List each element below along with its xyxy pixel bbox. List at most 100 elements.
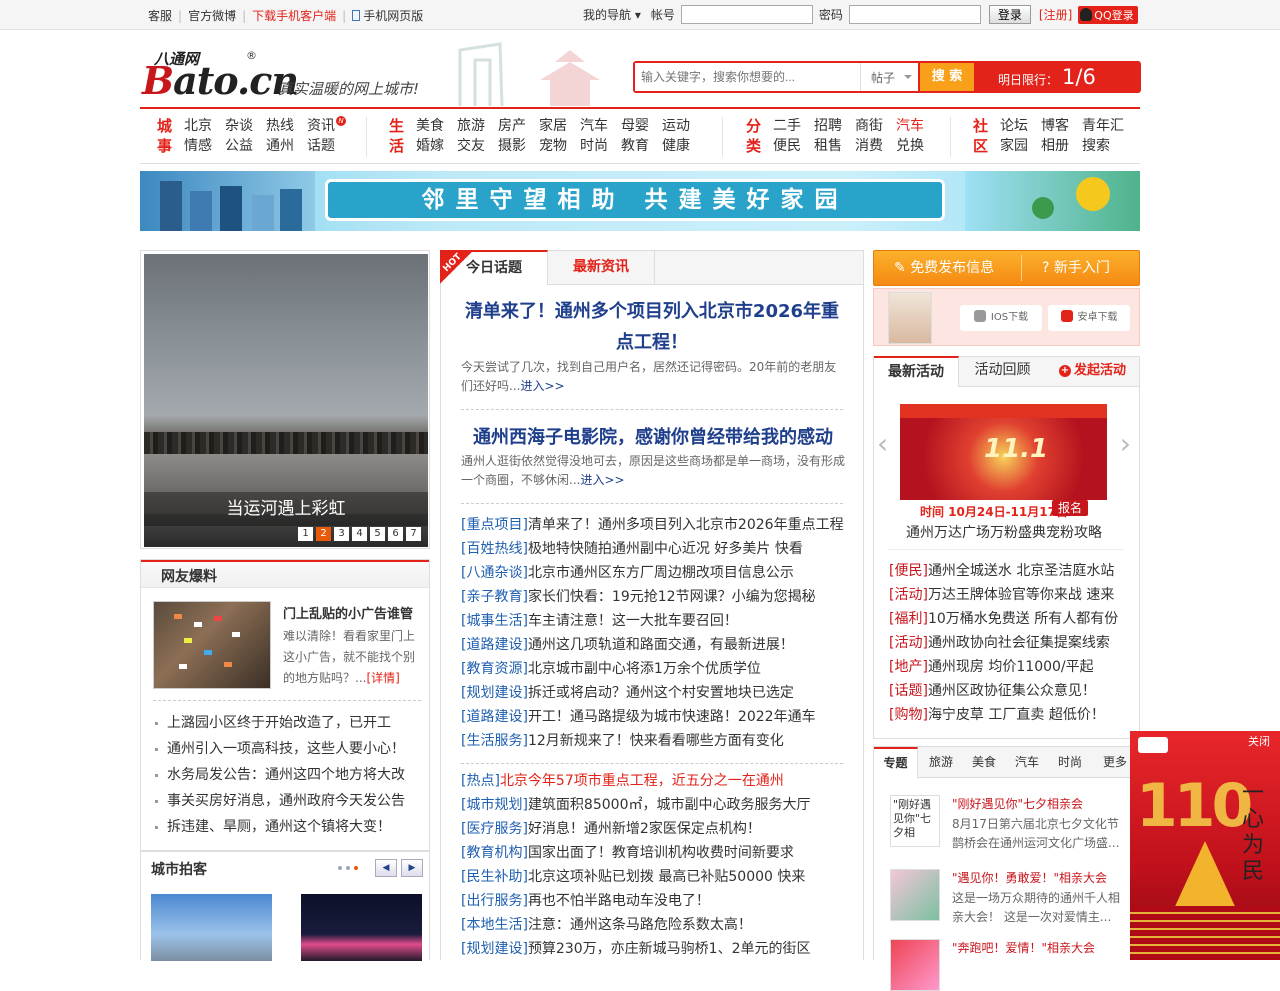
- next-arrow-icon[interactable]: ▶: [401, 859, 423, 877]
- nav-link[interactable]: 情感: [184, 136, 212, 156]
- nav-link[interactable]: 青年汇: [1082, 116, 1124, 136]
- slider-image[interactable]: 当运河遇上彩虹 1 2 3 4 5 6 7: [144, 254, 428, 547]
- nav-link[interactable]: 公益: [225, 136, 253, 156]
- nav-link[interactable]: 摄影: [498, 136, 526, 156]
- news-item[interactable]: [道路建设]通州这几项轨道和路面交通，有最新进展！: [461, 633, 857, 657]
- netizen-feature-image[interactable]: [153, 601, 271, 689]
- publish-info-button[interactable]: ✎ 免费发布信息: [894, 251, 994, 285]
- nav-link[interactable]: 交友: [457, 136, 485, 156]
- nav-link[interactable]: 旅游: [457, 116, 485, 136]
- account-input[interactable]: [680, 5, 813, 24]
- list-item[interactable]: [购物]海宁皮草 工厂直卖 超低价！: [889, 703, 1134, 727]
- nav-link[interactable]: 招聘: [814, 116, 842, 136]
- enter-link[interactable]: 进入>>: [520, 379, 564, 393]
- nav-link[interactable]: 房产: [498, 116, 526, 136]
- tab-cars[interactable]: 汽车: [1012, 747, 1042, 777]
- site-logo[interactable]: Bato.cn: [142, 58, 299, 103]
- news-item[interactable]: [出行服务]再也不怕半路电动车没电了！: [461, 889, 857, 913]
- nav-link[interactable]: 搜索: [1082, 136, 1124, 156]
- list-item[interactable]: [便民]通州全城送水 北京圣洁庭水站: [889, 559, 1134, 583]
- news-item[interactable]: [规划建设]预算230万，亦庄新城马驹桥1、2单元的街区: [461, 937, 857, 961]
- download-app-link[interactable]: 下载手机客户端: [252, 7, 336, 24]
- news-item[interactable]: [生活服务]12月新规来了！快来看看哪些方面有变化: [461, 729, 857, 753]
- password-input[interactable]: [848, 5, 981, 24]
- promo-banner[interactable]: 邻里守望相助 共建美好家园: [140, 171, 1140, 231]
- news-item[interactable]: [医疗服务]好消息！通州新增2家医保定点机构！: [461, 817, 857, 841]
- list-item[interactable]: [地产]通州现房 均价11000/平起: [889, 655, 1134, 679]
- slider-page[interactable]: 7: [406, 527, 421, 541]
- search-input[interactable]: [635, 63, 860, 91]
- nav-link[interactable]: 宠物: [539, 136, 567, 156]
- tab-latest-activities[interactable]: 最新活动: [874, 356, 959, 387]
- headline-1[interactable]: 清单来了！通州多个项目列入北京市2026年重点工程！: [459, 296, 845, 358]
- news-item[interactable]: [重点项目]清单来了！通州多项目列入北京市2026年重点工程: [461, 513, 857, 537]
- slider-page[interactable]: 3: [334, 527, 349, 541]
- nav-link[interactable]: 通州: [266, 136, 294, 156]
- search-type-select[interactable]: 帖子: [860, 63, 918, 91]
- slider-page-active[interactable]: 2: [316, 527, 331, 541]
- nav-link[interactable]: 家园: [1000, 136, 1028, 156]
- details-link[interactable]: [详情]: [366, 671, 399, 685]
- city-photo[interactable]: [301, 894, 422, 961]
- nav-link[interactable]: 便民: [773, 136, 801, 156]
- nav-link[interactable]: 资讯 N: [307, 116, 346, 136]
- news-item[interactable]: [民生补助]北京这项补贴已划拨 最高已补贴50000 快来: [461, 865, 857, 889]
- start-activity-button[interactable]: + 发起活动: [1050, 356, 1135, 387]
- customer-service-link[interactable]: 客服: [148, 7, 172, 24]
- list-item[interactable]: [福利]10万桶水免费送 所有人都有份: [889, 607, 1134, 631]
- news-item[interactable]: [道路建设]开工！通马路提级为城市快速路！2022年通车: [461, 705, 857, 729]
- login-button[interactable]: 登录: [988, 5, 1031, 24]
- register-link[interactable]: [注册]: [1039, 6, 1072, 23]
- nav-link[interactable]: 消费: [855, 136, 883, 156]
- list-item[interactable]: 拆违建、旱厕，通州这个镇将大变！: [153, 814, 423, 840]
- tab-activity-review[interactable]: 活动回顾: [960, 356, 1045, 387]
- nav-link[interactable]: 婚嫁: [416, 136, 444, 156]
- tab-food[interactable]: 美食: [969, 747, 999, 777]
- nav-link[interactable]: 二手: [773, 116, 801, 136]
- news-item[interactable]: [教育机构]国家出面了！教育培训机构收费时间新要求: [461, 841, 857, 865]
- nav-link[interactable]: 美食: [416, 116, 444, 136]
- activity-poster[interactable]: 11.1: [900, 404, 1107, 500]
- list-item[interactable]: 事关买房好消息，通州政府今天发公告: [153, 788, 423, 814]
- nav-link[interactable]: 健康: [662, 136, 690, 156]
- nav-link[interactable]: 时尚: [580, 136, 608, 156]
- signup-button[interactable]: 报名: [1052, 500, 1089, 516]
- prev-arrow-icon[interactable]: ‹: [877, 427, 888, 460]
- list-item[interactable]: [活动]通州政协向社会征集提案线索: [889, 631, 1134, 655]
- tab-fashion[interactable]: 时尚: [1055, 747, 1085, 777]
- activity-name[interactable]: 通州万达广场万粉盛典宠粉攻略: [906, 522, 1102, 542]
- list-item[interactable]: [活动]万达王牌体验官等你来战 速来: [889, 583, 1134, 607]
- nav-link[interactable]: 母婴: [621, 116, 649, 136]
- nav-link[interactable]: 运动: [662, 116, 690, 136]
- nav-link[interactable]: 博客: [1041, 116, 1069, 136]
- slider-page[interactable]: 1: [298, 527, 313, 541]
- news-item[interactable]: [百姓热线]极地特快随拍通州副中心近况 好多美片 快看: [461, 537, 857, 561]
- headline-2[interactable]: 通州西海子电影院，感谢你曾经带给我的感动: [461, 423, 845, 449]
- topic-title[interactable]: "奔跑吧！爱情！"相亲大会: [952, 939, 1095, 956]
- topic-title[interactable]: "遇见你！勇敢爱！"相亲大会: [952, 869, 1107, 886]
- slider-page[interactable]: 5: [370, 527, 385, 541]
- city-photo[interactable]: [151, 894, 272, 961]
- nav-link[interactable]: 相册: [1041, 136, 1069, 156]
- ios-download-button[interactable]: IOS下载: [960, 305, 1042, 331]
- nav-link[interactable]: 热线: [266, 116, 294, 136]
- news-item[interactable]: [城事生活]车主请注意！这一大批车要召回！: [461, 609, 857, 633]
- enter-link[interactable]: 进入>>: [580, 473, 624, 487]
- tab-travel[interactable]: 旅游: [926, 747, 956, 777]
- my-nav-dropdown[interactable]: 我的导航 ▾: [583, 6, 641, 23]
- list-item[interactable]: 通州引入一项高科技，这些人要小心！: [153, 736, 423, 762]
- news-item[interactable]: [热点]北京今年57项市重点工程，近五分之一在通州: [461, 769, 857, 793]
- slider-caption[interactable]: 当运河遇上彩虹: [144, 492, 428, 526]
- nav-link[interactable]: 论坛: [1000, 116, 1028, 136]
- qq-login-button[interactable]: QQ登录: [1078, 5, 1138, 24]
- next-arrow-icon[interactable]: ›: [1120, 427, 1131, 460]
- prev-arrow-icon[interactable]: ◀: [375, 859, 397, 877]
- tab-topics[interactable]: 专题: [874, 747, 918, 778]
- nav-link[interactable]: 租售: [814, 136, 842, 156]
- official-weibo-link[interactable]: 官方微博: [188, 7, 236, 24]
- nav-link[interactable]: 话题: [307, 136, 346, 156]
- list-item[interactable]: 上潞园小区终于开始改造了，已开工: [153, 710, 423, 736]
- news-item[interactable]: [教育资源]北京城市副中心将添1万余个优质学位: [461, 657, 857, 681]
- news-item[interactable]: [规划建设]拆迁或将启动？通州这个村安置地块已选定: [461, 681, 857, 705]
- search-button[interactable]: 搜 索: [920, 63, 974, 91]
